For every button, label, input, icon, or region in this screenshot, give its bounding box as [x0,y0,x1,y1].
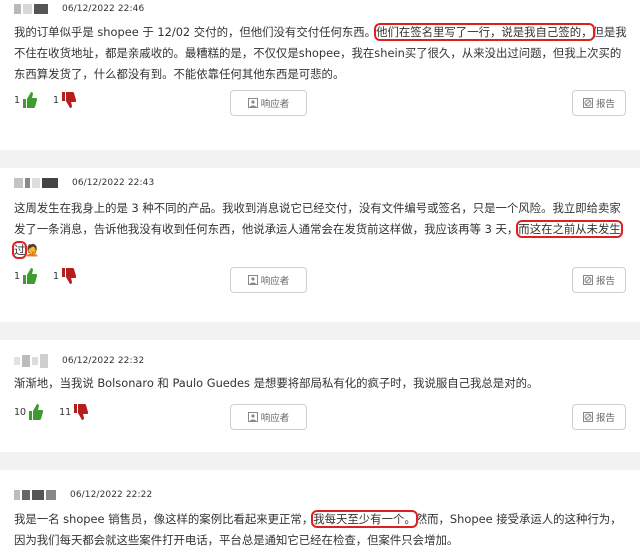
comment-timestamp: 06/12/2022 22:22 [70,490,153,500]
like-button[interactable]: 1 [14,92,38,108]
emoji: 🤦 [25,243,40,257]
thumbs-down-icon [62,268,77,284]
user-icon [247,412,258,422]
avatar [14,178,58,188]
comment-2: 06/12/2022 22:43 这周发生在我身上的是 3 种不同的产品。我收到… [0,168,640,330]
reply-label: 响应者 [260,413,290,424]
avatar [14,4,48,14]
block-icon [582,275,593,285]
like-count: 1 [14,270,21,282]
thumbs-down-icon [62,92,77,108]
dislike-count: 1 [53,270,60,282]
block-icon [582,412,593,422]
comment-text: 渐渐地，当我说 Bolsonaro 和 Paulo Guedes 是想要将部局私… [14,373,628,394]
dislike-count: 1 [53,94,60,106]
report-label: 报告 [595,276,615,287]
comment-4: 06/12/2022 22:22 我是一名 shopee 销售员，像这样的案例比… [0,470,640,555]
report-button[interactable]: 报告 [572,90,626,116]
comment-text-segment: 我的订单似乎是 shopee 于 12/02 交付的，但他们没有交付任何东西。 [14,25,377,39]
like-button[interactable]: 1 [14,268,38,284]
comment-divider [0,322,640,340]
comment-divider [0,452,640,470]
highlighted-text: 他们在签名里写了一行，说是我自己签的， [374,23,595,41]
comment-text: 我是一名 shopee 销售员，像这样的案例比看起来更正常，我每天至少有一个。然… [14,509,628,551]
thumbs-up-icon [23,92,38,108]
comment-1: 06/12/2022 22:46 我的订单似乎是 shopee 于 12/02 … [0,0,640,150]
like-button[interactable]: 10 [14,404,44,420]
report-button[interactable]: 报告 [572,267,626,293]
comment-text: 我的订单似乎是 shopee 于 12/02 交付的，但他们没有交付任何东西。他… [14,22,628,85]
reply-button[interactable]: 响应者 [230,267,307,293]
user-icon [247,98,258,108]
highlighted-text: 我每天至少有一个。 [311,510,418,528]
comment-meta: 06/12/2022 22:32 [14,354,144,368]
avatar [14,490,56,500]
report-label: 报告 [595,99,615,110]
dislike-count: 11 [59,406,72,418]
report-button[interactable]: 报告 [572,404,626,430]
dislike-button[interactable]: 1 [53,92,77,108]
reply-label: 响应者 [260,276,290,287]
report-label: 报告 [595,413,615,424]
reply-label: 响应者 [260,99,290,110]
comment-text: 这周发生在我身上的是 3 种不同的产品。我收到消息说它已经交付，没有文件编号或签… [12,198,628,261]
comment-meta: 06/12/2022 22:46 [14,4,144,14]
comment-timestamp: 06/12/2022 22:43 [72,178,155,188]
user-icon [247,275,258,285]
reply-button[interactable]: 响应者 [230,404,307,430]
thumbs-up-icon [23,268,38,284]
vote-row: 1 1 [14,92,92,108]
comment-text-segment: 渐渐地，当我说 Bolsonaro 和 Paulo Guedes 是想要将部局私… [14,376,539,390]
reply-button[interactable]: 响应者 [230,90,307,116]
avatar [14,354,48,368]
comment-timestamp: 06/12/2022 22:32 [62,356,145,366]
comment-meta: 06/12/2022 22:22 [14,490,152,500]
block-icon [582,98,593,108]
like-count: 1 [14,94,21,106]
comment-3: 06/12/2022 22:32 渐渐地，当我说 Bolsonaro 和 Pau… [0,340,640,460]
dislike-button[interactable]: 1 [53,268,77,284]
comment-text-segment: 我是一名 shopee 销售员，像这样的案例比看起来更正常， [14,512,314,526]
like-count: 10 [14,406,27,418]
vote-row: 1 1 [14,268,92,284]
thumbs-down-icon [74,404,89,420]
thumbs-up-icon [29,404,44,420]
comment-meta: 06/12/2022 22:43 [14,178,154,188]
dislike-button[interactable]: 11 [59,404,89,420]
comment-divider [0,150,640,168]
vote-row: 10 11 [14,404,104,420]
comment-timestamp: 06/12/2022 22:46 [62,4,145,14]
